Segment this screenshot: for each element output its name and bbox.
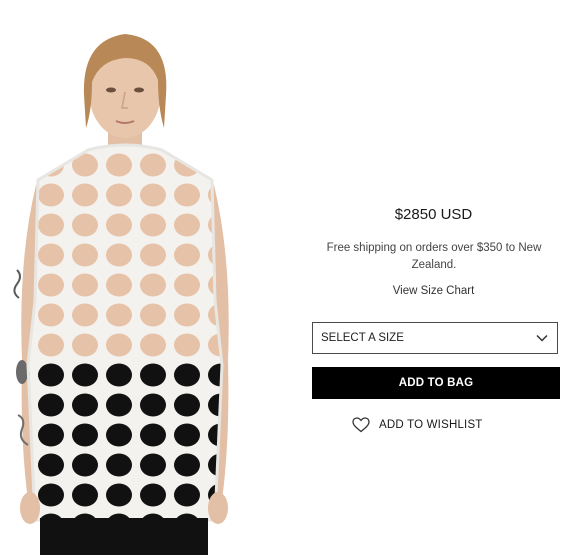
wishlist-label: ADD TO WISHLIST bbox=[379, 419, 483, 431]
chevron-down-icon bbox=[536, 334, 548, 342]
add-to-bag-label: ADD TO BAG bbox=[398, 377, 474, 389]
product-page: $2850 USD Free shipping on orders over $… bbox=[0, 0, 567, 555]
view-size-chart-link[interactable]: View Size Chart bbox=[300, 285, 567, 297]
add-to-wishlist-button[interactable]: ADD TO WISHLIST bbox=[352, 414, 522, 436]
product-image bbox=[0, 0, 250, 555]
heart-icon bbox=[352, 417, 370, 433]
purchase-panel: $2850 USD Free shipping on orders over $… bbox=[300, 0, 567, 555]
size-select-value: SELECT A SIZE bbox=[321, 332, 404, 344]
product-price: $2850 USD bbox=[394, 206, 473, 223]
add-to-bag-button[interactable]: ADD TO BAG bbox=[312, 367, 560, 399]
shipping-note: Free shipping on orders over $350 to New… bbox=[326, 242, 542, 271]
size-select[interactable]: SELECT A SIZE bbox=[312, 322, 558, 354]
